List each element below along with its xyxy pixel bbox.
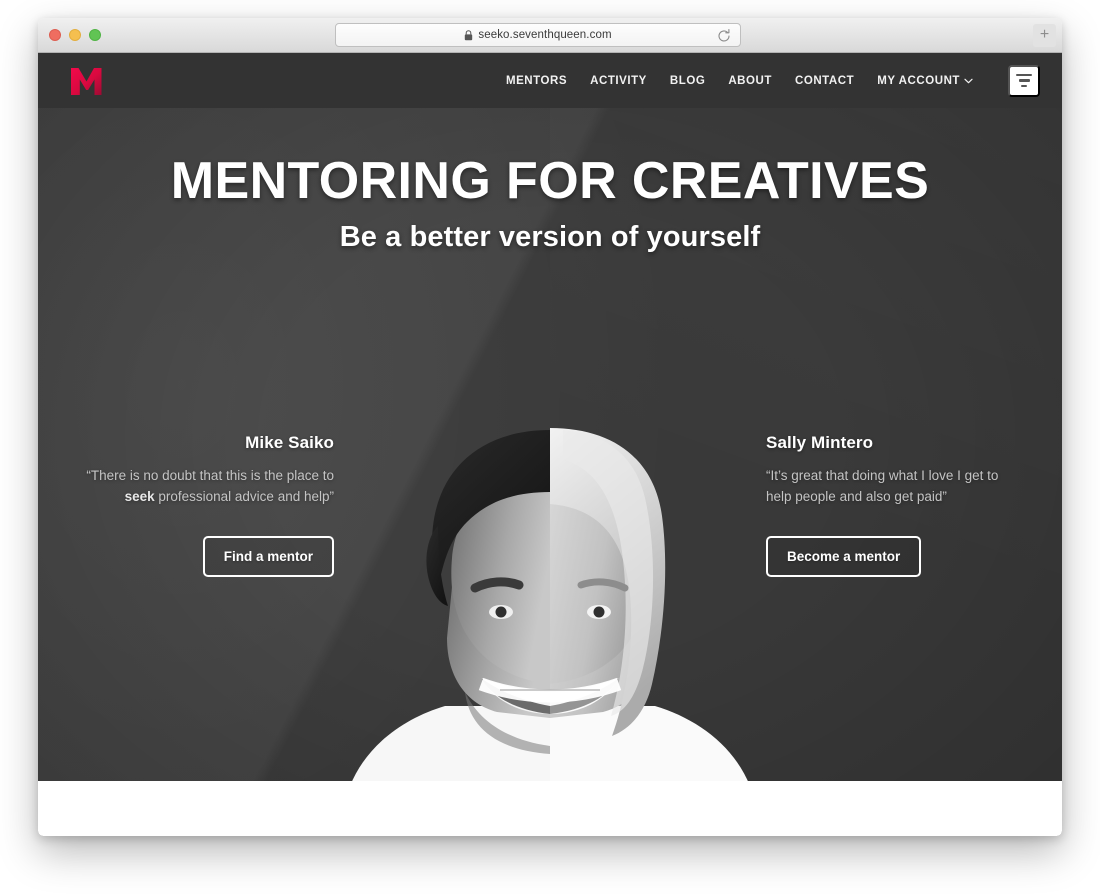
minimize-window-button[interactable]	[69, 29, 81, 41]
nav-item-mentors[interactable]: MENTORS	[506, 75, 567, 87]
browser-window: seeko.seventhqueen.com + MENTORS ACTIVIT…	[38, 18, 1062, 836]
url-group: seeko.seventhqueen.com	[464, 29, 612, 41]
nav-item-blog[interactable]: BLOG	[670, 75, 705, 87]
testimonial-mike-saiko: Mike Saiko “There is no doubt that this …	[76, 433, 334, 577]
url-text: seeko.seventhqueen.com	[478, 29, 612, 41]
hero-heading-block: MENTORING FOR CREATIVES Be a better vers…	[38, 154, 1062, 254]
menu-bar-middle	[1018, 79, 1030, 82]
filter-menu-icon[interactable]	[1008, 64, 1040, 97]
testimonial-quote: “There is no doubt that this is the plac…	[76, 466, 334, 508]
hero-section: MENTORING FOR CREATIVES Be a better vers…	[38, 108, 1062, 836]
site-header: MENTORS ACTIVITY BLOG ABOUT CONTACT MY A…	[38, 53, 1062, 108]
testimonial-quote: “It’s great that doing what I love I get…	[766, 466, 1024, 508]
lock-icon	[465, 29, 473, 40]
window-controls	[49, 29, 101, 41]
site-logo[interactable]	[68, 64, 112, 98]
maximize-window-button[interactable]	[89, 29, 101, 41]
nav-item-my-account-label: MY ACCOUNT	[877, 74, 960, 87]
testimonial-name: Sally Mintero	[766, 433, 874, 452]
close-window-button[interactable]	[49, 29, 61, 41]
logo-m-icon	[71, 67, 102, 95]
menu-bar-top	[1016, 73, 1032, 77]
new-tab-button[interactable]: +	[1033, 24, 1056, 47]
nav-item-about[interactable]: ABOUT	[728, 75, 772, 87]
address-bar[interactable]: seeko.seventhqueen.com	[335, 23, 741, 47]
split-face-portrait-image	[295, 406, 805, 836]
testimonial-sally-mintero: Sally Mintero “It’s great that doing wha…	[766, 433, 1024, 577]
find-a-mentor-button[interactable]: Find a mentor	[202, 535, 334, 577]
hero-title: MENTORING FOR CREATIVES	[170, 152, 930, 210]
hero-subtitle: Be a better version of yourself	[339, 220, 761, 253]
nav-item-activity[interactable]: ACTIVITY	[590, 75, 647, 87]
below-fold-content-strip	[38, 781, 1062, 836]
reload-icon[interactable]	[716, 28, 732, 44]
menu-bar-bottom	[1021, 84, 1027, 88]
nav-item-contact[interactable]: CONTACT	[795, 75, 854, 87]
testimonial-name: Mike Saiko	[245, 433, 334, 452]
browser-toolbar: seeko.seventhqueen.com +	[38, 18, 1062, 53]
nav-item-my-account[interactable]: MY ACCOUNT	[877, 75, 973, 87]
quote-part-before: “There is no doubt that this is the plac…	[86, 468, 334, 483]
chevron-down-icon	[964, 78, 973, 83]
quote-part-bold: seek	[124, 488, 155, 504]
quote-part-before: “It’s great that doing what I love I get…	[766, 468, 999, 504]
site-viewport: MENTORS ACTIVITY BLOG ABOUT CONTACT MY A…	[38, 53, 1062, 836]
main-nav: MENTORS ACTIVITY BLOG ABOUT CONTACT MY A…	[506, 64, 1040, 97]
become-a-mentor-button[interactable]: Become a mentor	[766, 535, 922, 577]
quote-part-after: professional advice and help”	[154, 488, 334, 504]
